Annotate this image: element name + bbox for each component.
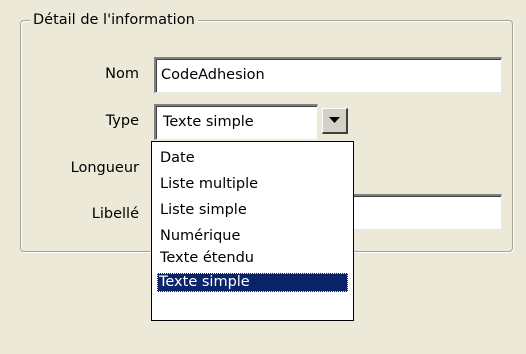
group-title: Détail de l'information xyxy=(30,10,198,30)
nom-field[interactable]: CodeAdhesion xyxy=(154,57,502,93)
type-option-date[interactable]: Date xyxy=(158,149,197,168)
type-option-liste-multiple[interactable]: Liste multiple xyxy=(158,175,260,194)
chevron-down-icon xyxy=(329,117,340,124)
nom-label: Nom xyxy=(105,66,139,82)
type-option-texte-etendu[interactable]: Texte étendu xyxy=(158,249,256,268)
type-option-numerique[interactable]: Numérique xyxy=(158,227,242,246)
libelle-label: Libellé xyxy=(91,206,139,222)
type-select-box[interactable]: Texte simple xyxy=(154,104,318,140)
type-label: Type xyxy=(105,113,139,129)
type-select-value: Texte simple xyxy=(163,114,254,130)
type-option-texte-simple[interactable]: Texte simple xyxy=(157,273,348,292)
type-dropdown-button[interactable] xyxy=(322,108,348,134)
nom-value: CodeAdhesion xyxy=(161,67,265,83)
type-select[interactable]: Texte simple xyxy=(154,104,348,140)
type-options-list[interactable]: Date Liste multiple Liste simple Numériq… xyxy=(151,141,354,321)
longueur-label: Longueur xyxy=(70,160,139,176)
type-option-liste-simple[interactable]: Liste simple xyxy=(158,201,249,220)
